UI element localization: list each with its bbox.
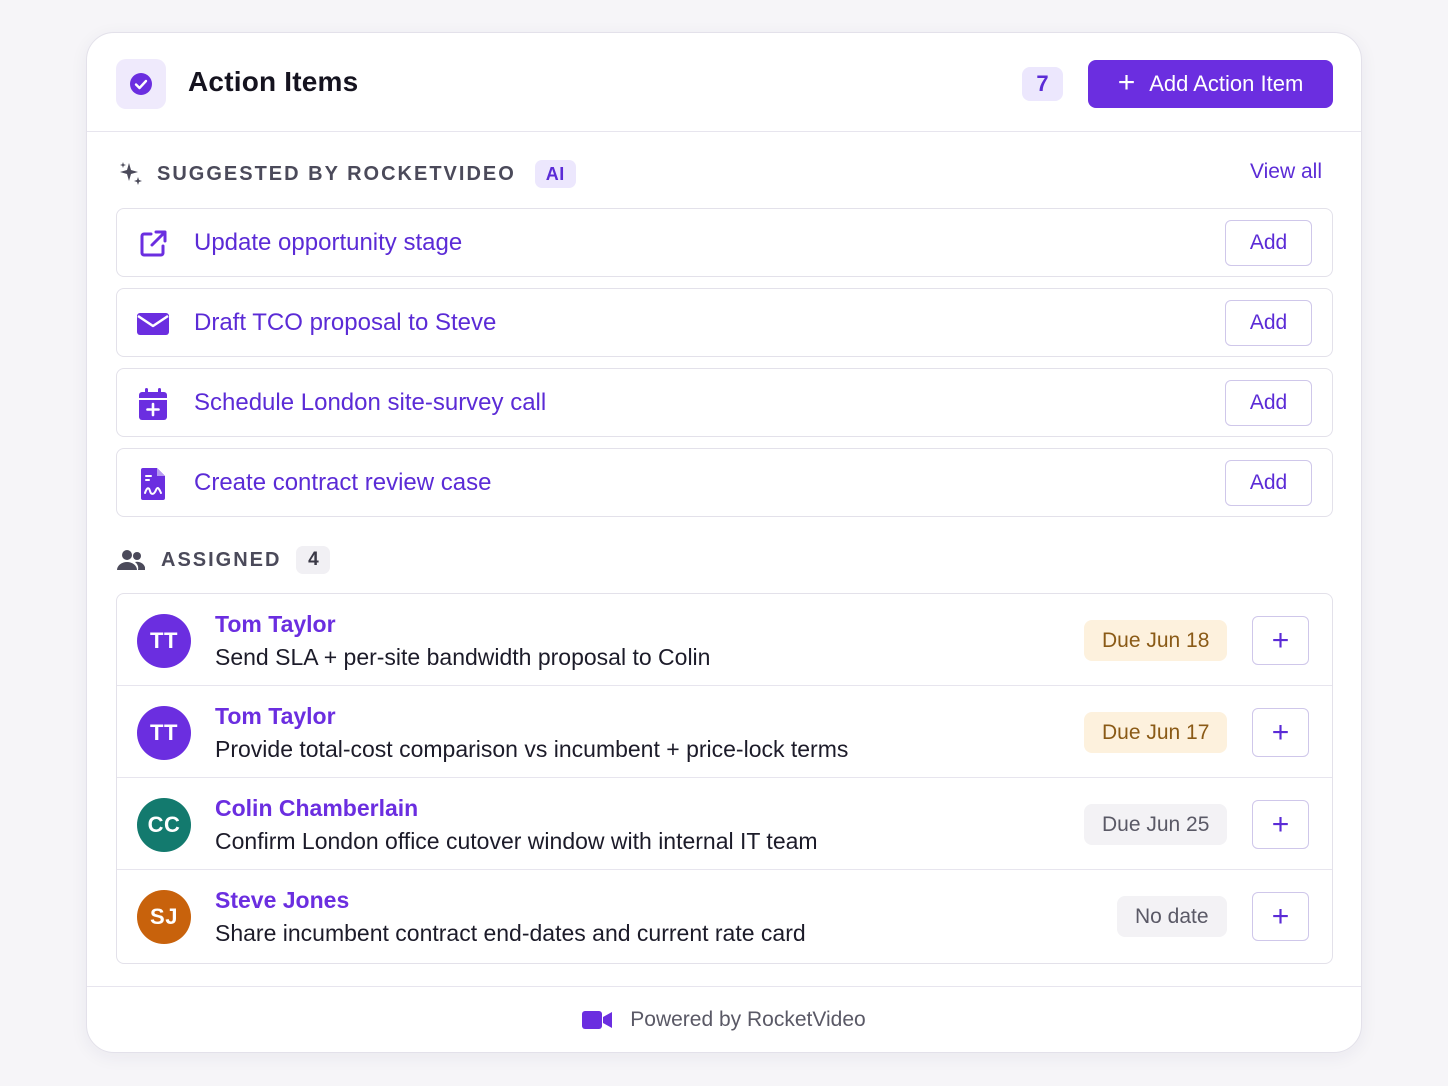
suggested-item-label[interactable]: Draft TCO proposal to Steve bbox=[194, 309, 496, 337]
card-header: Action Items 7 + Add Action Item bbox=[87, 33, 1361, 132]
due-date-badge: Due Jun 18 bbox=[1084, 620, 1228, 661]
assigned-label: ASSIGNED bbox=[161, 548, 282, 571]
assignee-name[interactable]: Steve Jones bbox=[215, 887, 349, 914]
due-date-badge: Due Jun 17 bbox=[1084, 712, 1228, 753]
assigned-count-badge: 4 bbox=[296, 546, 331, 574]
task-text: Confirm London office cutover window wit… bbox=[215, 828, 818, 854]
ai-badge: AI bbox=[534, 160, 576, 188]
add-assigned-button[interactable]: + bbox=[1252, 708, 1309, 757]
video-camera-icon bbox=[582, 1010, 613, 1030]
suggested-label: SUGGESTED BY ROCKETVIDEO bbox=[157, 162, 516, 185]
add-assigned-button[interactable]: + bbox=[1252, 892, 1309, 941]
add-suggestion-button[interactable]: Add bbox=[1225, 460, 1312, 506]
plus-icon: + bbox=[1117, 65, 1136, 99]
external-link-icon bbox=[136, 227, 170, 261]
suggested-item: Create contract review case Add bbox=[116, 448, 1333, 517]
suggested-item-label[interactable]: Create contract review case bbox=[194, 469, 491, 497]
assignee-name[interactable]: Colin Chamberlain bbox=[215, 795, 418, 822]
page-title: Action Items bbox=[188, 66, 359, 97]
task-text: Provide total-cost comparison vs incumbe… bbox=[215, 736, 849, 762]
suggested-item: Draft TCO proposal to Steve Add bbox=[116, 288, 1333, 357]
add-suggestion-button[interactable]: Add bbox=[1225, 380, 1312, 426]
check-circle-icon bbox=[116, 59, 166, 109]
card-footer: Powered by RocketVideo bbox=[87, 986, 1361, 1052]
view-all-link[interactable]: View all bbox=[1250, 160, 1322, 184]
action-items-card: Action Items 7 + Add Action Item SUGGEST… bbox=[86, 32, 1362, 1053]
suggested-section-header: SUGGESTED BY ROCKETVIDEO AI bbox=[118, 160, 576, 188]
add-action-item-label: Add Action Item bbox=[1149, 71, 1304, 96]
action-items-count-badge: 7 bbox=[1022, 67, 1063, 101]
assigned-list: TT Tom Taylor Send SLA + per-site bandwi… bbox=[116, 593, 1333, 964]
suggested-item-label[interactable]: Update opportunity stage bbox=[194, 229, 462, 257]
task-text: Share incumbent contract end-dates and c… bbox=[215, 920, 806, 946]
assignee-name[interactable]: Tom Taylor bbox=[215, 703, 336, 730]
sparkles-icon bbox=[118, 161, 144, 187]
assigned-row: SJ Steve Jones Share incumbent contract … bbox=[117, 870, 1332, 963]
users-icon bbox=[117, 548, 146, 572]
document-signature-icon bbox=[136, 467, 170, 501]
avatar: SJ bbox=[137, 890, 191, 944]
avatar: CC bbox=[137, 798, 191, 852]
due-date-badge: Due Jun 25 bbox=[1084, 804, 1228, 845]
powered-by-text: Powered by RocketVideo bbox=[630, 1007, 866, 1031]
avatar: TT bbox=[137, 614, 191, 668]
assigned-section-header: ASSIGNED 4 bbox=[117, 546, 331, 574]
add-action-item-button[interactable]: + Add Action Item bbox=[1088, 60, 1333, 108]
add-assigned-button[interactable]: + bbox=[1252, 616, 1309, 665]
envelope-icon bbox=[136, 307, 170, 341]
add-assigned-button[interactable]: + bbox=[1252, 800, 1309, 849]
task-text: Send SLA + per-site bandwidth proposal t… bbox=[215, 644, 711, 670]
avatar: TT bbox=[137, 706, 191, 760]
assignee-name[interactable]: Tom Taylor bbox=[215, 611, 336, 638]
due-date-badge: No date bbox=[1117, 896, 1227, 937]
suggested-item: Schedule London site-survey call Add bbox=[116, 368, 1333, 437]
assigned-row: TT Tom Taylor Provide total-cost compari… bbox=[117, 686, 1332, 778]
add-suggestion-button[interactable]: Add bbox=[1225, 300, 1312, 346]
add-suggestion-button[interactable]: Add bbox=[1225, 220, 1312, 266]
calendar-plus-icon bbox=[136, 387, 170, 421]
suggested-item: Update opportunity stage Add bbox=[116, 208, 1333, 277]
assigned-row: TT Tom Taylor Send SLA + per-site bandwi… bbox=[117, 594, 1332, 686]
suggested-item-label[interactable]: Schedule London site-survey call bbox=[194, 389, 546, 417]
assigned-row: CC Colin Chamberlain Confirm London offi… bbox=[117, 778, 1332, 870]
